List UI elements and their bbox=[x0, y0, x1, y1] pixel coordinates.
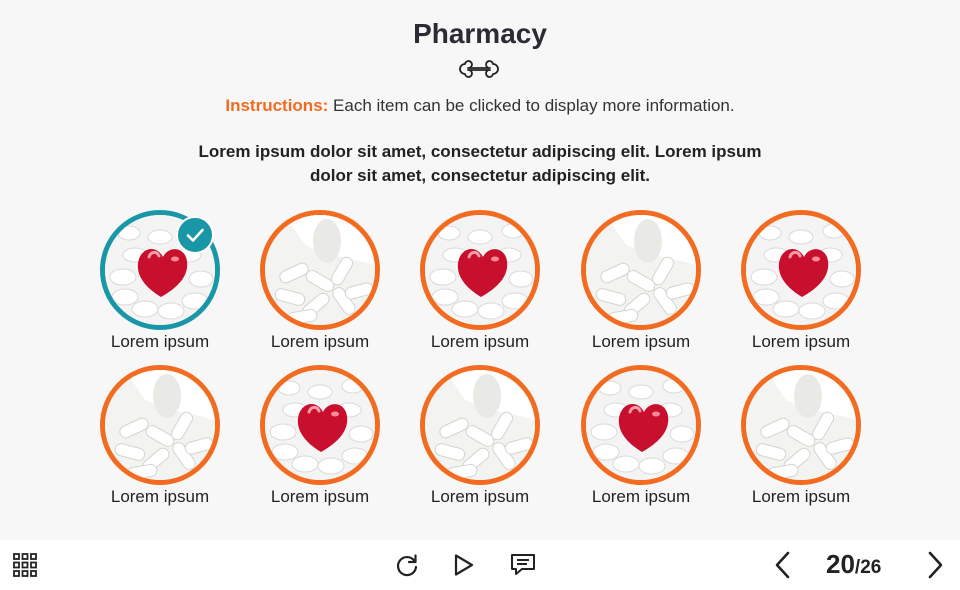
item-image[interactable] bbox=[741, 210, 861, 330]
page-counter: 20/26 bbox=[826, 549, 881, 580]
item-label: Lorem ipsum bbox=[751, 332, 851, 351]
player-toolbar bbox=[0, 540, 960, 590]
item-image[interactable] bbox=[420, 210, 540, 330]
instructions-label: Instructions: bbox=[225, 96, 329, 115]
grid-menu-icon[interactable] bbox=[13, 553, 37, 577]
instructions: Instructions: Each item can be clicked t… bbox=[0, 96, 960, 116]
item-label: Lorem ipsum bbox=[110, 332, 210, 351]
item-10[interactable]: Lorem ipsum bbox=[731, 365, 871, 515]
item-1[interactable]: Lorem ipsum bbox=[90, 210, 230, 360]
item-label: Lorem ipsum bbox=[591, 332, 691, 351]
total-pages: /26 bbox=[854, 557, 882, 578]
item-4[interactable]: Lorem ipsum bbox=[571, 210, 711, 360]
item-2[interactable]: Lorem ipsum bbox=[250, 210, 390, 360]
item-label: Lorem ipsum bbox=[270, 487, 370, 506]
item-image[interactable] bbox=[581, 210, 701, 330]
bone-icon bbox=[459, 60, 499, 78]
current-page: 20 bbox=[826, 549, 855, 579]
item-label: Lorem ipsum bbox=[430, 332, 530, 351]
replay-icon[interactable] bbox=[394, 553, 420, 579]
item-label: Lorem ipsum bbox=[751, 487, 851, 506]
item-image[interactable] bbox=[100, 365, 220, 485]
item-image[interactable] bbox=[260, 210, 380, 330]
item-image[interactable] bbox=[741, 365, 861, 485]
item-label: Lorem ipsum bbox=[270, 332, 370, 351]
item-3[interactable]: Lorem ipsum bbox=[410, 210, 550, 360]
play-icon[interactable] bbox=[452, 553, 476, 577]
chevron-left-icon[interactable] bbox=[772, 551, 794, 579]
item-image[interactable] bbox=[581, 365, 701, 485]
chevron-right-icon[interactable] bbox=[924, 551, 946, 579]
item-6[interactable]: Lorem ipsum bbox=[90, 365, 230, 515]
item-label: Lorem ipsum bbox=[110, 487, 210, 506]
item-image[interactable] bbox=[420, 365, 540, 485]
item-label: Lorem ipsum bbox=[430, 487, 530, 506]
item-7[interactable]: Lorem ipsum bbox=[250, 365, 390, 515]
item-8[interactable]: Lorem ipsum bbox=[410, 365, 550, 515]
item-9[interactable]: Lorem ipsum bbox=[571, 365, 711, 515]
instructions-text: Each item can be clicked to display more… bbox=[328, 96, 735, 115]
captions-icon[interactable] bbox=[510, 553, 536, 577]
item-5[interactable]: Lorem ipsum bbox=[731, 210, 871, 360]
lead-text: Lorem ipsum dolor sit amet, consectetur … bbox=[198, 142, 762, 185]
item-image[interactable] bbox=[260, 365, 380, 485]
item-label: Lorem ipsum bbox=[591, 487, 691, 506]
check-icon bbox=[176, 216, 214, 254]
page-title: Pharmacy bbox=[413, 18, 547, 49]
